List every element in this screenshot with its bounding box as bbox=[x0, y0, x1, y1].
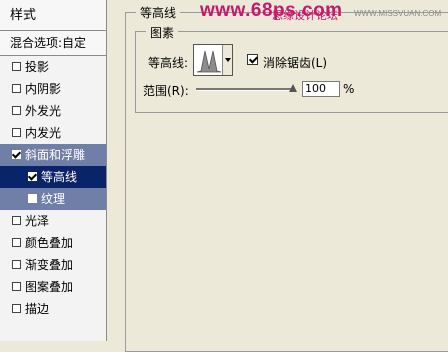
stroke-checkbox[interactable] bbox=[12, 304, 21, 313]
style-item-pattern-overlay[interactable]: 图案叠加 bbox=[0, 276, 106, 298]
style-item-label: 纹理 bbox=[41, 192, 66, 206]
contour-curve-icon bbox=[196, 47, 222, 73]
elements-section-title: 图素 bbox=[146, 24, 179, 41]
range-slider[interactable] bbox=[196, 88, 294, 91]
style-item-label: 描边 bbox=[25, 302, 50, 316]
bevel-emboss-checkbox[interactable] bbox=[12, 150, 21, 159]
pattern-overlay-checkbox[interactable] bbox=[12, 282, 21, 291]
styles-panel: 样式 混合选项:自定 投影 内阴影 外发光 内发光 斜面和浮雕 等高线 纹理 光… bbox=[0, 0, 107, 341]
elements-group-box bbox=[135, 31, 448, 113]
contour-picker[interactable] bbox=[193, 44, 233, 76]
satin-checkbox[interactable] bbox=[12, 216, 21, 225]
style-item-label: 内发光 bbox=[25, 126, 62, 140]
watermark-url: WWW.MISSVUAN.COM bbox=[354, 9, 442, 18]
range-slider-thumb[interactable] bbox=[289, 84, 297, 92]
style-item-label: 等高线 bbox=[41, 170, 78, 184]
blend-options-item[interactable]: 混合选项:自定 bbox=[0, 31, 106, 56]
style-item-contour[interactable]: 等高线 bbox=[0, 166, 106, 188]
inner-glow-checkbox[interactable] bbox=[12, 128, 21, 137]
style-item-outer-glow[interactable]: 外发光 bbox=[0, 100, 106, 122]
antialias-checkbox[interactable] bbox=[247, 54, 258, 65]
range-label: 范围(R): bbox=[143, 84, 189, 98]
style-item-label: 颜色叠加 bbox=[25, 236, 74, 250]
style-item-bevel-emboss[interactable]: 斜面和浮雕 bbox=[0, 144, 106, 166]
texture-checkbox[interactable] bbox=[28, 194, 37, 203]
style-item-label: 斜面和浮雕 bbox=[25, 148, 86, 162]
chevron-down-icon[interactable] bbox=[222, 45, 232, 75]
style-item-label: 外发光 bbox=[25, 104, 62, 118]
color-overlay-checkbox[interactable] bbox=[12, 238, 21, 247]
drop-shadow-checkbox[interactable] bbox=[12, 62, 21, 71]
inner-shadow-checkbox[interactable] bbox=[12, 84, 21, 93]
range-unit: % bbox=[343, 82, 355, 96]
style-item-label: 内阴影 bbox=[25, 82, 62, 96]
style-item-stroke[interactable]: 描边 bbox=[0, 298, 106, 320]
style-item-texture[interactable]: 纹理 bbox=[0, 188, 106, 210]
style-item-gradient-overlay[interactable]: 渐变叠加 bbox=[0, 254, 106, 276]
styles-title[interactable]: 样式 bbox=[0, 0, 106, 31]
style-item-satin[interactable]: 光泽 bbox=[0, 210, 106, 232]
style-item-drop-shadow[interactable]: 投影 bbox=[0, 56, 106, 78]
contour-section-title: 等高线 bbox=[136, 4, 181, 21]
antialias-label[interactable]: 消除锯齿(L) bbox=[263, 54, 327, 71]
style-item-inner-shadow[interactable]: 内阴影 bbox=[0, 78, 106, 100]
style-item-label: 投影 bbox=[25, 60, 50, 74]
style-item-color-overlay[interactable]: 颜色叠加 bbox=[0, 232, 106, 254]
contour-label: 等高线: bbox=[148, 56, 189, 70]
range-input[interactable]: 100 bbox=[302, 81, 340, 97]
gradient-overlay-checkbox[interactable] bbox=[12, 260, 21, 269]
style-item-label: 图案叠加 bbox=[25, 280, 74, 294]
outer-glow-checkbox[interactable] bbox=[12, 106, 21, 115]
style-item-label: 渐变叠加 bbox=[25, 258, 74, 272]
style-item-label: 光泽 bbox=[25, 214, 50, 228]
watermark-cn: 思缘设计论坛 bbox=[272, 9, 338, 22]
style-item-inner-glow[interactable]: 内发光 bbox=[0, 122, 106, 144]
contour-checkbox[interactable] bbox=[28, 172, 37, 181]
